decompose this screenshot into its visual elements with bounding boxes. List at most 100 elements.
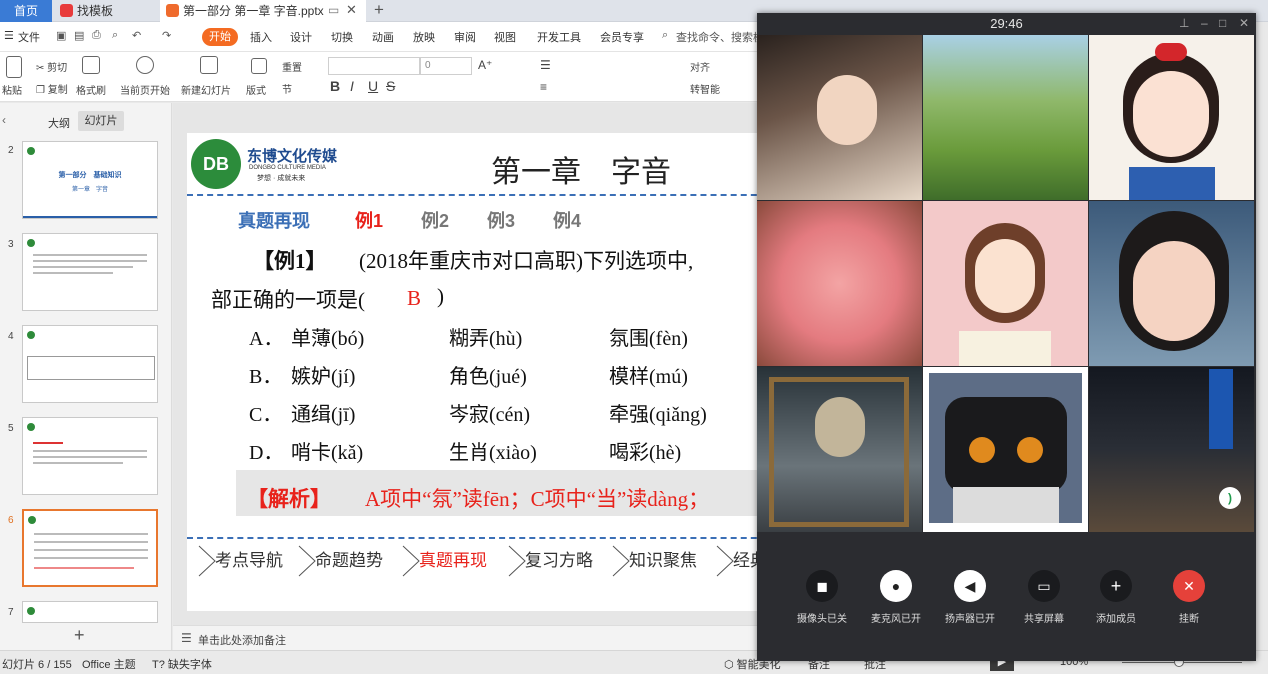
company-slogan: 梦想 · 成就未来	[257, 175, 306, 182]
tab-home[interactable]: 首页	[0, 0, 52, 22]
bullet-list-icon[interactable]: ☰	[540, 58, 551, 72]
minimize-icon[interactable]: –	[1201, 16, 1208, 30]
export-icon[interactable]: ▤	[74, 29, 84, 42]
template-icon	[60, 4, 73, 17]
tab-example-3[interactable]: 例3	[487, 207, 515, 233]
speaker-control[interactable]: ◀ 扬声器已开	[935, 570, 1005, 625]
notes-placeholder[interactable]: 单击此处添加备注	[198, 632, 286, 648]
question-label: 【例1】	[253, 249, 327, 273]
slide-thumbnail-2[interactable]: 第一部分 基础知识 第一章 字音	[22, 141, 158, 219]
command-search[interactable]: 查找命令、搜索模	[676, 29, 764, 45]
participant-video-3[interactable]	[1089, 35, 1254, 200]
menu-animation[interactable]: 动画	[372, 29, 394, 45]
pin-icon[interactable]: ⊥	[1179, 16, 1189, 30]
shirt-shape	[959, 331, 1051, 366]
paste-button[interactable]: 粘贴	[2, 82, 22, 97]
option-item: 糊弄(hù)	[449, 328, 523, 350]
add-member-control[interactable]: + 添加成员	[1081, 570, 1151, 625]
tab-example-2[interactable]: 例2	[421, 207, 449, 233]
undo-icon[interactable]: ↶	[132, 29, 141, 42]
tab-example-1[interactable]: 例1	[355, 207, 383, 233]
align-button[interactable]: 对齐	[690, 59, 710, 74]
convert-smartart-button[interactable]: 转智能	[690, 81, 720, 96]
font-name-select[interactable]	[328, 57, 420, 75]
share-screen-control[interactable]: ▭ 共享屏幕	[1009, 570, 1079, 625]
italic-icon[interactable]: I	[350, 78, 354, 94]
tab-example-4[interactable]: 例4	[553, 207, 581, 233]
slide-thumbnail-4[interactable]	[22, 325, 158, 403]
ribbon-toolbar: 粘贴 ✂ 剪切 ❐ 复制 格式刷 当前页开始 新建幻灯片 版式 重置 节 0 B…	[0, 52, 760, 102]
new-slide-button[interactable]: 新建幻灯片	[181, 82, 231, 97]
preview-icon[interactable]: ⌕	[112, 29, 118, 42]
hamburger-icon[interactable]: ☰	[4, 29, 14, 42]
new-tab-icon[interactable]: +	[374, 0, 384, 20]
font-size-select[interactable]: 0	[420, 57, 472, 75]
slide-thumbnail-3[interactable]	[22, 233, 158, 311]
slide-thumbnail-5[interactable]	[22, 417, 158, 495]
missing-font-button[interactable]: T? 缺失字体	[152, 656, 212, 672]
current-slide[interactable]: DB 东博文化传媒 DONGBO CULTURE MEDIA 梦想 · 成就未来…	[187, 133, 787, 611]
participant-video-2[interactable]	[923, 35, 1088, 200]
strikethrough-icon[interactable]: S	[386, 78, 395, 94]
participant-video-8[interactable]	[923, 367, 1088, 532]
tab-real-exam[interactable]: 真题再现	[238, 207, 310, 233]
menu-transition[interactable]: 切换	[331, 29, 353, 45]
underline-icon[interactable]: U	[368, 78, 378, 94]
play-icon[interactable]	[136, 56, 154, 74]
tab-find-template[interactable]: 找模板	[54, 0, 158, 22]
restore-icon[interactable]: ▭	[328, 3, 339, 17]
menu-design[interactable]: 设计	[290, 29, 312, 45]
bold-icon[interactable]: B	[330, 78, 340, 94]
font-grow-icon[interactable]: A⁺	[478, 58, 492, 72]
camera-control[interactable]: ◼ 摄像头已关	[787, 570, 857, 625]
menu-file[interactable]: 文件	[18, 29, 40, 45]
menu-start[interactable]: 开始	[202, 28, 238, 46]
answer-value: B	[407, 286, 422, 310]
participant-video-6[interactable]	[1089, 201, 1254, 366]
from-current-button[interactable]: 当前页开始	[120, 82, 170, 97]
format-painter-icon[interactable]	[82, 56, 100, 74]
video-meeting-window: 29:46 ⊥ – □ ✕ ) ◼ 摄像头已关 ● 麦克风已开 ◀ 扬声器已开 …	[757, 13, 1256, 661]
slide-thumbnail-6-selected[interactable]	[22, 509, 158, 587]
close-tab-icon[interactable]: ✕	[346, 2, 357, 18]
maximize-icon[interactable]: □	[1219, 16, 1226, 30]
reset-button[interactable]: 重置	[282, 59, 302, 74]
participant-video-4[interactable]	[757, 201, 922, 366]
face-shape	[1133, 241, 1215, 341]
tab-outline[interactable]: 大纲	[48, 115, 70, 131]
copy-button[interactable]: ❐ 复制	[36, 81, 68, 96]
collapse-panel-icon[interactable]: ‹	[2, 113, 6, 127]
section-button[interactable]: 节	[282, 81, 292, 96]
new-slide-icon[interactable]	[200, 56, 218, 74]
slide-number: 2	[8, 145, 14, 156]
layout-button[interactable]: 版式	[246, 82, 266, 97]
print-icon[interactable]: ⎙	[92, 29, 101, 42]
tab-slides[interactable]: 幻灯片	[78, 111, 124, 131]
menu-insert[interactable]: 插入	[250, 29, 272, 45]
participant-video-5[interactable]	[923, 201, 1088, 366]
paste-icon[interactable]	[6, 56, 22, 78]
menu-member[interactable]: 会员专享	[600, 29, 644, 45]
cut-button[interactable]: ✂ 剪切	[36, 59, 67, 74]
slide-number-current: 6	[8, 515, 14, 526]
redo-icon[interactable]: ↷	[162, 29, 171, 42]
close-window-icon[interactable]: ✕	[1239, 16, 1249, 30]
participant-video-7[interactable]	[757, 367, 922, 532]
black-cat-shape	[945, 397, 1067, 493]
menu-review[interactable]: 审阅	[454, 29, 476, 45]
participant-video-1[interactable]	[757, 35, 922, 200]
microphone-control[interactable]: ● 麦克风已开	[861, 570, 931, 625]
align-left-icon[interactable]: ≡	[540, 80, 547, 94]
save-icon[interactable]: ▣	[56, 29, 66, 42]
slide-editing-area: DB 东博文化传媒 DONGBO CULTURE MEDIA 梦想 · 成就未来…	[173, 103, 787, 625]
hangup-control[interactable]: ✕ 挂断	[1154, 570, 1224, 625]
menu-view[interactable]: 视图	[494, 29, 516, 45]
participant-video-9[interactable]: )	[1089, 367, 1254, 532]
layout-icon[interactable]	[251, 58, 267, 74]
menu-slideshow[interactable]: 放映	[413, 29, 435, 45]
format-painter-button[interactable]: 格式刷	[76, 82, 106, 97]
add-slide-icon[interactable]: +	[74, 625, 85, 646]
menu-developer[interactable]: 开发工具	[537, 29, 581, 45]
notes-bar[interactable]: ☰ 单击此处添加备注	[173, 625, 763, 650]
slide-thumbnail-7[interactable]	[22, 601, 158, 623]
